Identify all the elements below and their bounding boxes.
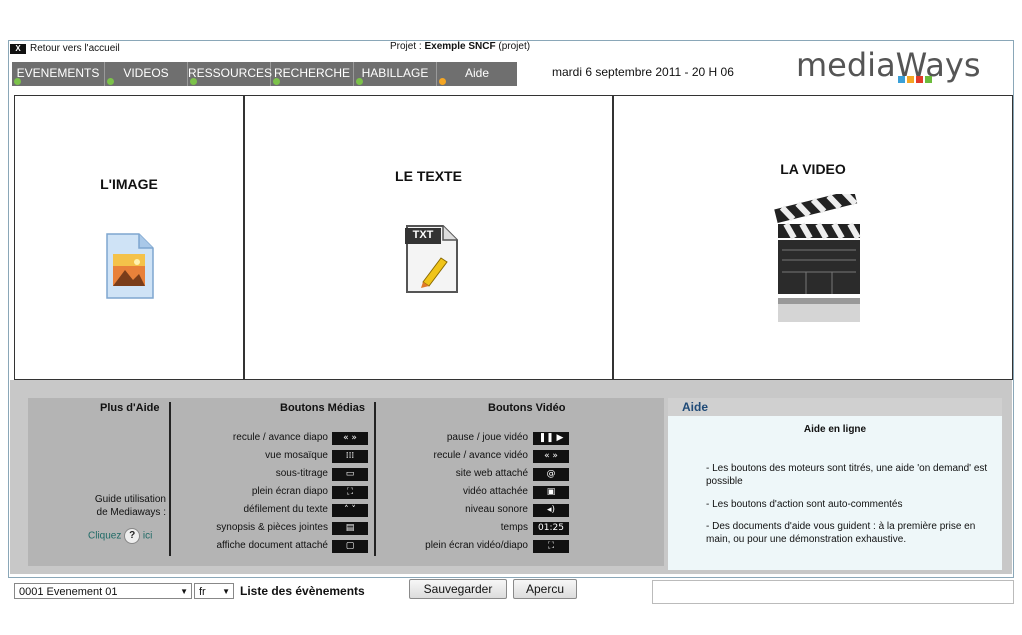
- media-row-label: vue mosaïque: [265, 450, 328, 461]
- logo-squares-icon: [898, 76, 932, 83]
- status-dot-icon: [107, 78, 114, 85]
- preview-button[interactable]: Apercu: [513, 579, 577, 599]
- status-dot-icon: [190, 78, 197, 85]
- aide-panel: Aide Aide en ligne - Les boutons des mot…: [668, 398, 1002, 570]
- synopsis-icon: ▤: [332, 522, 368, 535]
- status-dot-icon: [14, 78, 21, 85]
- tab-ressources[interactable]: RESSOURCES: [188, 62, 272, 86]
- video-row-label: niveau sonore: [465, 504, 528, 515]
- text-panel[interactable]: LE TEXTE TXT: [244, 95, 613, 380]
- media-row-label: plein écran diapo: [251, 486, 328, 497]
- event-select[interactable]: 0001 Evenement 01 ▼: [14, 583, 192, 599]
- fullscreen-icon: ⛶: [332, 486, 368, 499]
- media-row-label: sous-titrage: [275, 468, 328, 479]
- status-dot-icon: [439, 78, 446, 85]
- home-icon[interactable]: X: [10, 43, 26, 54]
- clapperboard-icon[interactable]: [772, 194, 864, 326]
- event-select-value[interactable]: 0001 Evenement 01: [19, 586, 117, 598]
- tab-label[interactable]: HABILLAGE: [362, 66, 429, 80]
- events-list-label: Liste des évènements: [240, 584, 365, 598]
- image-file-icon[interactable]: [103, 232, 155, 300]
- home-link[interactable]: X Retour vers l'accueil: [10, 43, 120, 54]
- click-prefix[interactable]: Cliquez: [88, 531, 121, 542]
- chevron-down-icon[interactable]: ▼: [180, 584, 188, 600]
- help-question-icon[interactable]: ?: [124, 528, 141, 544]
- tab-recherche[interactable]: RECHERCHE: [271, 62, 354, 86]
- plus-aide-title: Plus d'Aide: [100, 402, 160, 414]
- media-row-label: défilement du texte: [243, 504, 329, 515]
- project-prefix: Projet :: [390, 41, 425, 52]
- home-link-label[interactable]: Retour vers l'accueil: [30, 43, 120, 54]
- divider: [374, 402, 376, 556]
- tab-label[interactable]: EVENEMENTS: [17, 66, 100, 80]
- project-name: Exemple SNCF: [424, 41, 496, 52]
- website-icon: @: [533, 468, 569, 481]
- main-tabs: EVENEMENTS VIDEOS RESSOURCES RECHERCHE H…: [12, 62, 517, 86]
- attached-video-icon: ▣: [533, 486, 569, 499]
- video-row-label: site web attaché: [455, 468, 528, 479]
- video-panel[interactable]: LA VIDEO: [613, 95, 1013, 380]
- scroll-text-icon: ˄ ˅: [332, 504, 368, 517]
- media-row-label: recule / avance diapo: [232, 432, 328, 443]
- media-row-label: affiche document attaché: [216, 540, 328, 551]
- aide-panel-header[interactable]: Aide: [668, 398, 1002, 416]
- click-suffix[interactable]: ici: [143, 531, 152, 542]
- video-buttons-title: Boutons Vidéo: [488, 402, 566, 414]
- media-buttons-title: Boutons Médias: [280, 402, 365, 414]
- text-panel-title: LE TEXTE: [395, 168, 462, 184]
- video-row-label: vidéo attachée: [462, 486, 528, 497]
- tab-evenements[interactable]: EVENEMENTS: [12, 62, 105, 86]
- status-dot-icon: [273, 78, 280, 85]
- volume-icon: ◂): [533, 504, 569, 517]
- text-file-icon[interactable]: TXT: [401, 222, 461, 294]
- play-pause-icon: ❚❚ ▶: [533, 432, 569, 445]
- video-row-label: recule / avance vidéo: [433, 450, 528, 461]
- tab-label[interactable]: VIDEOS: [123, 66, 168, 80]
- video-row-label: temps: [500, 522, 528, 533]
- aide-paragraph: - Les boutons des moteurs sont titrés, u…: [706, 463, 988, 487]
- media-row-label: synopsis & pièces jointes: [216, 522, 328, 533]
- language-select[interactable]: fr ▼: [194, 583, 234, 599]
- tab-label[interactable]: RESSOURCES: [188, 66, 272, 80]
- prev-next-diapo-icon: « »: [332, 432, 368, 445]
- language-select-value[interactable]: fr: [199, 586, 206, 598]
- image-panel-title: L'IMAGE: [100, 176, 158, 192]
- current-date: mardi 6 septembre 2011 - 20 H 06: [552, 65, 734, 79]
- aide-paragraph: - Des documents d'aide vous guident : à …: [706, 521, 976, 545]
- status-dot-icon: [356, 78, 363, 85]
- tab-aide[interactable]: Aide: [437, 62, 517, 86]
- help-legend: Plus d'Aide Guide utilisation de Mediawa…: [28, 398, 664, 566]
- tab-videos[interactable]: VIDEOS: [105, 62, 188, 86]
- txt-label: TXT: [412, 229, 434, 241]
- image-panel[interactable]: L'IMAGE: [14, 95, 244, 380]
- tab-habillage[interactable]: HABILLAGE: [354, 62, 437, 86]
- video-panel-title: LA VIDEO: [780, 161, 846, 177]
- guide-link[interactable]: Cliquez ? ici: [88, 528, 152, 544]
- save-button[interactable]: Sauvegarder: [409, 579, 507, 599]
- project-title: Projet : Exemple SNCF (projet): [390, 41, 530, 52]
- time-icon: 01:25: [533, 522, 569, 535]
- mediaways-logo: mediaWays: [796, 46, 981, 84]
- video-row-label: pause / joue vidéo: [446, 432, 528, 443]
- empty-field: [652, 580, 1014, 604]
- mosaic-icon: ⁞⁞⁞: [332, 450, 368, 463]
- chevron-down-icon[interactable]: ▼: [222, 584, 230, 600]
- video-row-label: plein écran vidéo/diapo: [425, 540, 528, 551]
- guide-line-1: Guide utilisation: [94, 494, 166, 505]
- project-suffix: (projet): [495, 41, 531, 52]
- rewind-forward-icon: « »: [533, 450, 569, 463]
- aide-paragraph: - Les boutons d'action sont auto-comment…: [706, 499, 903, 510]
- guide-line-2: de Mediaways :: [96, 507, 166, 518]
- subtitles-icon: ▭: [332, 468, 368, 481]
- attached-document-icon: ▢: [332, 540, 368, 553]
- aide-title: Aide en ligne: [803, 424, 867, 435]
- tab-label[interactable]: Aide: [465, 66, 489, 80]
- divider: [169, 402, 171, 556]
- tab-label[interactable]: RECHERCHE: [274, 66, 350, 80]
- fullscreen-video-icon: ⛶: [533, 540, 569, 553]
